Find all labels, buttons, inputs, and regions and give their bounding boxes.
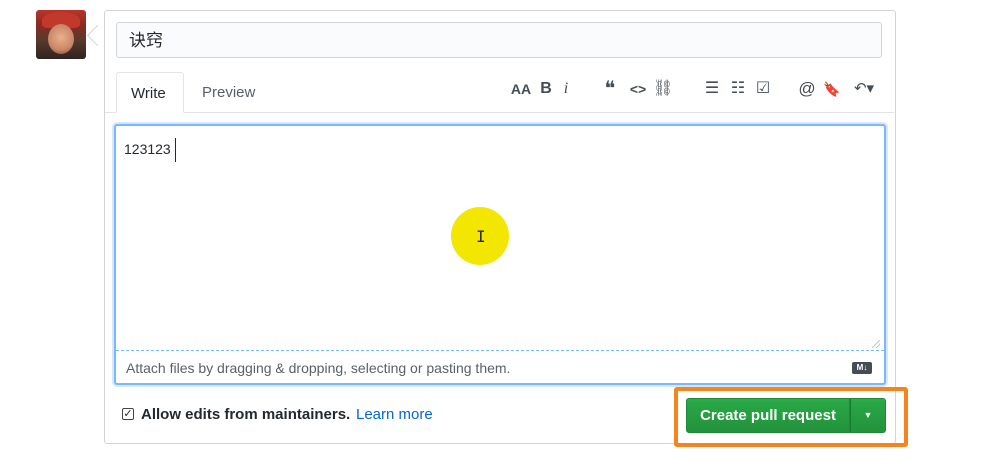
allow-edits-label[interactable]: Allow edits from maintainers. [141, 406, 350, 423]
drop-zone-separator [116, 350, 884, 351]
create-options-dropdown[interactable]: ▼ [850, 398, 886, 433]
bold-icon[interactable]: B [538, 78, 554, 100]
ordered-list-icon[interactable]: ☷ [729, 78, 747, 100]
saved-reply-icon[interactable]: 🔖 [823, 78, 841, 100]
user-avatar[interactable] [36, 10, 86, 59]
text-caret [175, 138, 176, 162]
create-pull-request-button[interactable]: Create pull request [686, 398, 850, 433]
avatar-face-shape [48, 24, 74, 54]
chevron-down-icon: ▼ [863, 410, 873, 420]
quote-icon[interactable]: ❝ [601, 78, 619, 100]
resize-handle-icon[interactable] [872, 340, 880, 348]
code-icon[interactable]: <> [627, 78, 649, 100]
link-icon[interactable]: ⛓ [653, 78, 673, 100]
tab-preview[interactable]: Preview [188, 72, 269, 113]
ibeam-cursor-icon: I [476, 227, 486, 246]
tab-write[interactable]: Write [116, 72, 184, 113]
task-list-icon[interactable]: ☑ [753, 78, 773, 100]
header-text-icon[interactable]: AA [510, 78, 532, 100]
italic-icon[interactable]: i [560, 78, 572, 100]
markdown-icon[interactable]: M↓ [852, 362, 872, 374]
mention-icon[interactable]: @ [797, 78, 817, 100]
file-drop-hint[interactable]: Attach files by dragging & dropping, sel… [126, 360, 510, 376]
allow-edits-checkbox[interactable]: ✓ [122, 408, 134, 420]
reply-dropdown-icon[interactable]: ↶▾ [847, 78, 881, 100]
learn-more-link[interactable]: Learn more [356, 406, 433, 423]
title-input[interactable]: 诀窍 [116, 22, 882, 58]
editor-content[interactable]: 123123 [124, 140, 171, 158]
unordered-list-icon[interactable]: ☰ [703, 78, 721, 100]
